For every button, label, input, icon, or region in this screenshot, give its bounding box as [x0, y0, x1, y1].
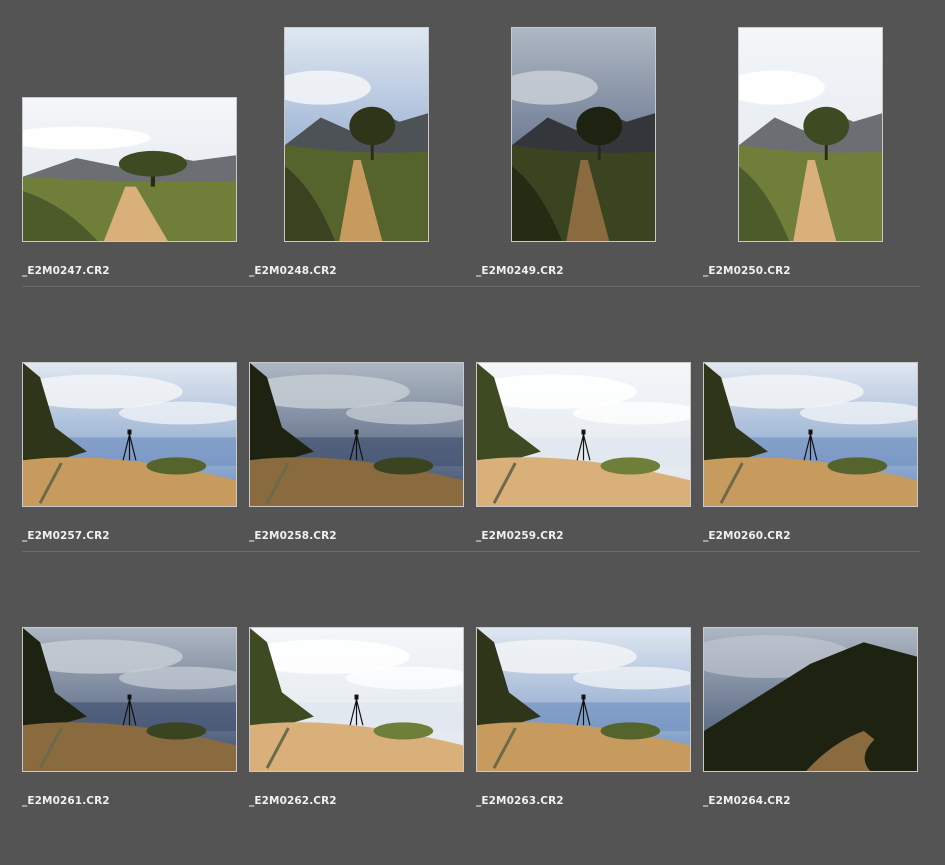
photo-preview: [23, 628, 236, 771]
photo-preview: [704, 628, 917, 771]
thumbnail-filename: _E2M0264.CR2: [703, 795, 791, 807]
thumbnail-cell[interactable]: _E2M0259.CR2: [476, 265, 703, 542]
photo-preview: [23, 363, 236, 506]
thumbnail-cell[interactable]: _E2M0248.CR2: [249, 0, 476, 277]
thumbnail-cell[interactable]: _E2M0263.CR2: [476, 530, 703, 807]
thumbnail-filename: _E2M0261.CR2: [22, 795, 110, 807]
thumbnail-image[interactable]: [249, 627, 464, 772]
thumbnail-cell[interactable]: _E2M0247.CR2: [22, 0, 249, 277]
thumbnail-cell[interactable]: _E2M0249.CR2: [476, 0, 703, 277]
thumbnail-cell[interactable]: _E2M0261.CR2: [22, 530, 249, 807]
thumbnail-image[interactable]: [476, 627, 691, 772]
thumbnail-cell[interactable]: _E2M0260.CR2: [703, 265, 930, 542]
photo-preview: [477, 628, 690, 771]
thumbnail-image[interactable]: [511, 27, 656, 242]
thumbnail-image[interactable]: [703, 627, 918, 772]
thumbnail-grid: _E2M0247.CR2 _E2M0248.CR2 _E2M0249.CR2 _…: [0, 0, 945, 865]
photo-preview: [704, 363, 917, 506]
photo-preview: [250, 628, 463, 771]
photo-preview: [477, 363, 690, 506]
thumbnail-image[interactable]: [22, 362, 237, 507]
thumbnail-cell[interactable]: _E2M0257.CR2: [22, 265, 249, 542]
thumbnail-cell[interactable]: _E2M0258.CR2: [249, 265, 476, 542]
photo-preview: [512, 28, 655, 241]
thumbnail-image[interactable]: [249, 362, 464, 507]
photo-preview: [250, 363, 463, 506]
thumbnail-image[interactable]: [703, 362, 918, 507]
thumbnail-cell[interactable]: _E2M0262.CR2: [249, 530, 476, 807]
thumbnail-row: _E2M0261.CR2 _E2M0262.CR2 _E2M0263.CR2 _…: [0, 530, 945, 807]
thumbnail-image[interactable]: [284, 27, 429, 242]
photo-preview: [739, 28, 882, 241]
thumbnail-cell[interactable]: _E2M0264.CR2: [703, 530, 930, 807]
thumbnail-filename: _E2M0263.CR2: [476, 795, 564, 807]
thumbnail-cell[interactable]: _E2M0250.CR2: [703, 0, 930, 277]
thumbnail-image[interactable]: [476, 362, 691, 507]
thumbnail-image[interactable]: [738, 27, 883, 242]
thumbnail-image[interactable]: [22, 627, 237, 772]
thumbnail-filename: _E2M0262.CR2: [249, 795, 337, 807]
thumbnail-row: _E2M0247.CR2 _E2M0248.CR2 _E2M0249.CR2 _…: [0, 0, 945, 287]
photo-preview: [23, 98, 236, 241]
thumbnail-row: _E2M0257.CR2 _E2M0258.CR2 _E2M0259.CR2 _…: [0, 265, 945, 552]
photo-preview: [285, 28, 428, 241]
thumbnail-image[interactable]: [22, 97, 237, 242]
